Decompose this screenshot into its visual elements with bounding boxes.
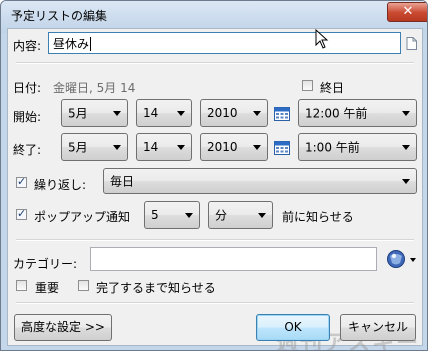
content-input[interactable]: 昼休み — [48, 32, 401, 54]
until-done-label: 完了するまで知らせる — [96, 281, 216, 295]
start-label: 開始: — [13, 110, 42, 124]
repeat-checkbox[interactable] — [16, 175, 27, 188]
chevron-down-icon — [113, 111, 121, 116]
start-time-select[interactable]: 12:00 午前 — [298, 99, 417, 127]
notify-amount-select[interactable]: 5 — [144, 201, 200, 229]
chevron-down-icon — [402, 145, 410, 150]
date-label: 日付: — [13, 81, 42, 95]
content-label: 内容: — [13, 39, 42, 53]
start-time-value: 12:00 午前 — [305, 106, 368, 121]
notify-unit-value: 分 — [215, 208, 228, 223]
notify-checkbox[interactable] — [16, 207, 27, 220]
text-caret — [90, 37, 95, 51]
start-year-value: 2010 — [207, 106, 238, 120]
chevron-down-icon — [177, 111, 185, 116]
start-month-value: 5月 — [68, 106, 88, 121]
important-checkbox[interactable] — [16, 280, 27, 291]
category-sphere-icon[interactable] — [386, 249, 406, 269]
dialog-body: 内容: 昼休み 日付: 金曜日, 5月 14 終日 開始: 5月 14 2010 — [7, 28, 423, 350]
end-year-value: 2010 — [207, 140, 238, 154]
end-day-value: 14 — [143, 140, 159, 154]
chevron-down-icon — [402, 111, 410, 116]
allday-checkbox[interactable] — [302, 80, 313, 91]
important-label: 重要 — [35, 281, 60, 295]
category-input[interactable] — [90, 247, 377, 271]
divider — [16, 239, 414, 241]
mouse-pointer-icon — [315, 29, 329, 49]
chevron-down-icon — [253, 111, 261, 116]
chevron-down-icon — [177, 145, 185, 150]
calendar-icon[interactable] — [274, 107, 290, 121]
notify-unit-select[interactable]: 分 — [208, 201, 273, 229]
notify-amount-value: 5 — [151, 208, 159, 222]
repeat-label: 繰り返し: — [34, 178, 87, 192]
end-time-select[interactable]: 1:00 午前 — [298, 133, 417, 161]
dialog-window: 予定リストの編集 ✕ 内容: 昼休み 日付: 金曜日, 5月 14 終日 開始:… — [0, 0, 428, 351]
end-year-select[interactable]: 2010 — [200, 133, 268, 161]
end-time-value: 1:00 午前 — [305, 140, 360, 155]
start-day-value: 14 — [143, 106, 159, 120]
date-value: 金曜日, 5月 14 — [53, 81, 136, 95]
notify-label: ポップアップ通知 — [34, 210, 131, 224]
start-month-select[interactable]: 5月 — [61, 99, 128, 127]
repeat-select[interactable]: 毎日 — [103, 168, 417, 194]
content-input-value: 昼休み — [53, 37, 90, 51]
document-icon[interactable] — [406, 37, 417, 50]
end-month-value: 5月 — [68, 140, 88, 155]
advanced-settings-button[interactable]: 高度な設定 >> — [14, 314, 112, 341]
window-title: 予定リストの編集 — [11, 9, 108, 23]
category-menu-chevron-icon[interactable] — [410, 258, 416, 262]
calendar-icon[interactable] — [274, 141, 290, 155]
chevron-down-icon — [113, 145, 121, 150]
end-label: 終了: — [13, 143, 42, 157]
start-year-select[interactable]: 2010 — [200, 99, 268, 127]
ok-button[interactable]: OK — [256, 314, 330, 341]
chevron-down-icon — [258, 213, 266, 218]
chevron-down-icon — [402, 179, 410, 184]
close-button[interactable]: ✕ — [387, 2, 427, 22]
notify-suffix: 前に知らせる — [282, 210, 354, 224]
divider — [16, 62, 414, 64]
until-done-checkbox[interactable] — [78, 280, 89, 291]
divider — [16, 302, 414, 304]
start-day-select[interactable]: 14 — [136, 99, 192, 127]
chevron-down-icon — [253, 145, 261, 150]
allday-label: 終日 — [320, 81, 345, 95]
category-label: カテゴリー: — [13, 257, 78, 271]
end-month-select[interactable]: 5月 — [61, 133, 128, 161]
end-day-select[interactable]: 14 — [136, 133, 192, 161]
repeat-value: 毎日 — [110, 174, 135, 189]
cancel-button[interactable]: キャンセル — [340, 314, 416, 341]
chevron-down-icon — [185, 213, 193, 218]
